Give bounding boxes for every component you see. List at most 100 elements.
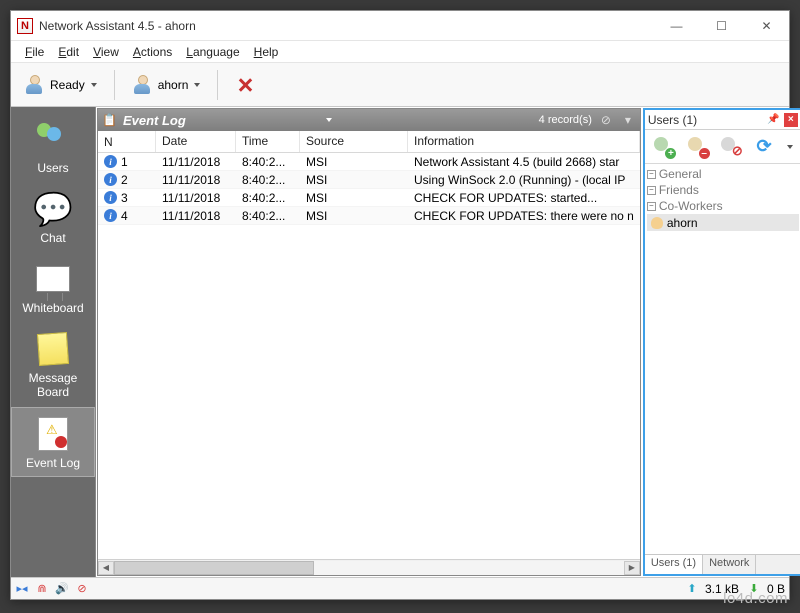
table-row[interactable]: i 311/11/20188:40:2...MSICHECK FOR UPDAT… [98, 189, 640, 207]
users-tree: − General − Friends − Co-Workers ahorn [645, 164, 800, 554]
tree-user-item[interactable]: ahorn [647, 214, 799, 231]
tab-network[interactable]: Network [703, 555, 756, 574]
download-icon: ⬇ [747, 582, 761, 596]
users-icon [33, 119, 73, 159]
status-dropdown[interactable]: Ready [17, 69, 104, 101]
table-row[interactable]: i 211/11/20188:40:2...MSIUsing WinSock 2… [98, 171, 640, 189]
add-user-button[interactable] [652, 135, 676, 159]
column-time[interactable]: Time [236, 131, 300, 152]
status-icons: ▸◂ ⋒ 🔊 ⊘ [15, 582, 89, 596]
status-icon-1[interactable]: ▸◂ [15, 582, 29, 596]
tree-group-friends[interactable]: − Friends [647, 182, 799, 198]
scroll-thumb[interactable] [114, 561, 314, 575]
tab-users[interactable]: Users (1) [645, 555, 703, 574]
sidebar-item-users[interactable]: Users [11, 113, 95, 181]
traffic-down: ⬇ 0 B [747, 582, 785, 596]
upload-icon: ⬆ [685, 582, 699, 596]
cell-time: 8:40:2... [236, 190, 300, 206]
cell-source: MSI [300, 172, 408, 188]
table-row[interactable]: i 411/11/20188:40:2...MSICHECK FOR UPDAT… [98, 207, 640, 225]
log-icon: 📋 [102, 113, 117, 127]
close-button[interactable]: ✕ [744, 12, 789, 40]
chevron-down-icon [91, 83, 97, 87]
info-icon: i [104, 155, 117, 168]
menu-view[interactable]: View [89, 43, 123, 61]
scroll-track[interactable] [114, 561, 624, 575]
sidebar-item-chat[interactable]: 💬 Chat [11, 183, 95, 251]
clear-button[interactable]: ⊘ [598, 112, 614, 128]
chevron-down-icon[interactable] [787, 145, 793, 149]
cell-source: MSI [300, 190, 408, 206]
chevron-down-icon[interactable] [326, 118, 332, 122]
cell-time: 8:40:2... [236, 172, 300, 188]
column-n[interactable]: N [98, 131, 156, 152]
traffic-up: ⬆ 3.1 kB [685, 582, 739, 596]
menubar: File Edit View Actions Language Help [11, 41, 789, 63]
panel-menu-button[interactable]: ▾ [620, 112, 636, 128]
cell-time: 8:40:2... [236, 208, 300, 224]
cell-info: Network Assistant 4.5 (build 2668) star [408, 154, 640, 170]
info-icon: i [104, 173, 117, 186]
person-icon [24, 74, 46, 96]
info-icon: i [104, 191, 117, 204]
column-information[interactable]: Information [408, 131, 640, 152]
separator [114, 70, 115, 100]
status-icon-4[interactable]: ⊘ [75, 582, 89, 596]
maximize-button[interactable]: ☐ [699, 12, 744, 40]
sidebar-item-label: Users [37, 161, 68, 175]
user-icon [651, 217, 663, 229]
sidebar-item-label: Chat [40, 231, 65, 245]
scroll-right-button[interactable]: ▶ [624, 561, 640, 575]
status-icon-2[interactable]: ⋒ [35, 582, 49, 596]
delete-button[interactable] [228, 70, 262, 100]
menu-file[interactable]: File [21, 43, 48, 61]
whiteboard-icon [33, 259, 73, 299]
toolbar: Ready ahorn [11, 63, 789, 107]
refresh-button[interactable]: ⟳ [752, 135, 776, 159]
cell-date: 11/11/2018 [156, 172, 236, 188]
group-label: Friends [659, 183, 699, 197]
cell-n: i 1 [98, 154, 156, 170]
sidebar-item-event-log[interactable]: Event Log [11, 407, 95, 477]
cell-n: i 4 [98, 208, 156, 224]
window-title: Network Assistant 4.5 - ahorn [39, 19, 654, 33]
users-panel-header: Users (1) 📌 × [645, 110, 800, 130]
table-header: N Date Time Source Information [98, 131, 640, 153]
collapse-icon[interactable]: − [647, 202, 656, 211]
cell-source: MSI [300, 154, 408, 170]
users-panel-tabs: Users (1) Network [645, 554, 800, 574]
person-icon [132, 74, 154, 96]
collapse-icon[interactable]: − [647, 186, 656, 195]
panel-close-button[interactable]: × [784, 113, 798, 127]
tree-group-general[interactable]: − General [647, 166, 799, 182]
sidebar-item-whiteboard[interactable]: Whiteboard [11, 253, 95, 321]
tree-group-coworkers[interactable]: − Co-Workers [647, 198, 799, 214]
user-label: ahorn [158, 78, 189, 92]
app-window: N Network Assistant 4.5 - ahorn — ☐ ✕ Fi… [10, 10, 790, 600]
event-log-panel: 📋 Event Log 4 record(s) ⊘ ▾ N Date Time … [97, 108, 641, 576]
menu-help[interactable]: Help [250, 43, 283, 61]
collapse-icon[interactable]: − [647, 170, 656, 179]
download-value: 0 B [767, 582, 785, 596]
column-source[interactable]: Source [300, 131, 408, 152]
user-dropdown[interactable]: ahorn [125, 69, 208, 101]
minimize-button[interactable]: — [654, 12, 699, 40]
menu-actions[interactable]: Actions [129, 43, 176, 61]
sidebar-item-label: Event Log [26, 456, 80, 470]
horizontal-scrollbar[interactable]: ◀ ▶ [98, 559, 640, 575]
column-date[interactable]: Date [156, 131, 236, 152]
remove-user-button[interactable] [686, 135, 710, 159]
status-icon-3[interactable]: 🔊 [55, 582, 69, 596]
cell-date: 11/11/2018 [156, 154, 236, 170]
menu-language[interactable]: Language [182, 43, 243, 61]
cell-date: 11/11/2018 [156, 208, 236, 224]
refresh-icon: ⟳ [756, 136, 771, 157]
table-row[interactable]: i 111/11/20188:40:2...MSINetwork Assista… [98, 153, 640, 171]
pin-icon[interactable]: 📌 [767, 114, 779, 125]
cell-date: 11/11/2018 [156, 190, 236, 206]
scroll-left-button[interactable]: ◀ [98, 561, 114, 575]
menu-edit[interactable]: Edit [54, 43, 83, 61]
cell-info: CHECK FOR UPDATES: there were no n [408, 208, 640, 224]
block-user-button[interactable] [719, 135, 743, 159]
sidebar-item-message-board[interactable]: Message Board [11, 323, 95, 405]
